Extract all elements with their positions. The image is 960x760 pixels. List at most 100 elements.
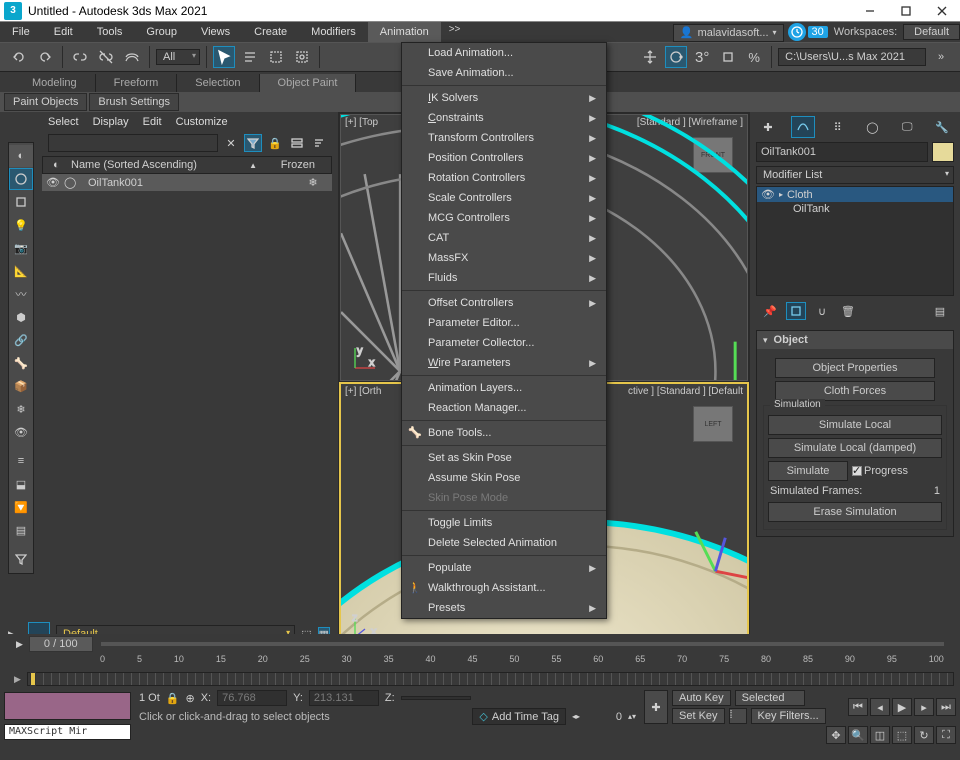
filter-toggle[interactable] bbox=[244, 134, 262, 152]
scene-search-input[interactable] bbox=[48, 134, 218, 152]
stack-item-oiltank[interactable]: OilTank bbox=[757, 202, 953, 216]
menu-item-reaction-manager[interactable]: Reaction Manager... bbox=[402, 398, 606, 418]
visibility-toggle[interactable]: 👁 bbox=[46, 176, 60, 189]
menu-item-rotation-controllers[interactable]: Rotation Controllers▶ bbox=[402, 168, 606, 188]
subribbon-brush-settings[interactable]: Brush Settings bbox=[89, 93, 179, 111]
filter-cameras-icon[interactable]: 📷 bbox=[9, 237, 33, 259]
filter-all-icon[interactable]: ◐ bbox=[9, 145, 33, 167]
make-unique-icon[interactable]: ∪ bbox=[812, 302, 832, 320]
project-path-dropdown[interactable]: C:\Users\U...s Max 2021 bbox=[778, 48, 926, 66]
clear-search-button[interactable]: ✕ bbox=[222, 134, 240, 152]
zoom-button[interactable]: 🔍 bbox=[848, 726, 868, 744]
menu-item-save-animation[interactable]: Save Animation... bbox=[402, 63, 606, 83]
window-crossing-button[interactable] bbox=[291, 46, 313, 68]
menu-item-cat[interactable]: CAT▶ bbox=[402, 228, 606, 248]
select-name-button[interactable] bbox=[239, 46, 261, 68]
key-mode-button[interactable]: ⁞ bbox=[729, 708, 747, 724]
scene-bar-edit[interactable]: Edit bbox=[143, 116, 162, 128]
menu-tools[interactable]: Tools bbox=[85, 22, 135, 42]
key-filter-dropdown[interactable]: Selected bbox=[735, 690, 805, 706]
name-column-header[interactable]: Name (Sorted Ascending) bbox=[71, 159, 245, 171]
menu-item-load-animation[interactable]: Load Animation... bbox=[402, 43, 606, 63]
bind-button[interactable] bbox=[121, 46, 143, 68]
trial-days[interactable]: 30 bbox=[788, 23, 828, 41]
selection-filter-dropdown[interactable]: All bbox=[156, 49, 200, 65]
prev-frame-button[interactable]: ◂ bbox=[870, 698, 890, 716]
filter-extra1-icon[interactable]: ≡ bbox=[9, 450, 33, 472]
time-slider-track[interactable] bbox=[101, 642, 944, 646]
unlink-button[interactable] bbox=[95, 46, 117, 68]
key-filters-button[interactable]: Key Filters... bbox=[751, 708, 826, 724]
object-properties-button[interactable]: Object Properties bbox=[775, 358, 935, 378]
filter-extra2-icon[interactable]: ⬓ bbox=[9, 473, 33, 495]
filter-frozen-icon[interactable]: ❄ bbox=[9, 398, 33, 420]
add-time-tag-button[interactable]: ◇Add Time Tag bbox=[472, 708, 566, 725]
menu-overflow[interactable]: >> bbox=[441, 22, 469, 42]
fov-button[interactable]: ◫ bbox=[870, 726, 890, 744]
ribbon-tab-selection[interactable]: Selection bbox=[177, 74, 259, 92]
goto-end-button[interactable]: ⏭ bbox=[936, 698, 956, 716]
menu-item-offset-controllers[interactable]: Offset Controllers▶ bbox=[402, 293, 606, 313]
menu-item-populate[interactable]: Populate▶ bbox=[402, 558, 606, 578]
filter-extra3-icon[interactable]: 🔽 bbox=[9, 496, 33, 518]
show-result-icon[interactable] bbox=[786, 302, 806, 320]
sel-set-icon[interactable]: ⊕ bbox=[186, 692, 195, 705]
menu-create[interactable]: Create bbox=[242, 22, 299, 42]
angle-snap-button[interactable]: 3° bbox=[691, 46, 713, 68]
configure-sets-icon[interactable]: ▤ bbox=[930, 302, 950, 320]
filter-xref-icon[interactable]: 🔗 bbox=[9, 329, 33, 351]
render-toggle[interactable]: ◯ bbox=[64, 176, 78, 189]
scene-bar-select[interactable]: Select bbox=[48, 116, 79, 128]
erase-simulation-button[interactable]: Erase Simulation bbox=[768, 502, 942, 522]
menu-item-scale-controllers[interactable]: Scale Controllers▶ bbox=[402, 188, 606, 208]
rollout-header[interactable]: ▾Object bbox=[757, 331, 953, 349]
minimize-button[interactable] bbox=[852, 0, 888, 22]
menu-item-fluids[interactable]: Fluids▶ bbox=[402, 268, 606, 288]
filter-geometry-icon[interactable] bbox=[9, 168, 33, 190]
menu-item-parameter-collector[interactable]: Parameter Collector... bbox=[402, 333, 606, 353]
undo-button[interactable] bbox=[8, 46, 30, 68]
filter-extra4-icon[interactable]: ▤ bbox=[9, 519, 33, 541]
ribbon-tab-objectpaint[interactable]: Object Paint bbox=[260, 74, 357, 92]
autokey-button[interactable]: Auto Key bbox=[672, 690, 731, 706]
subribbon-paint-objects[interactable]: Paint Objects bbox=[4, 93, 87, 111]
simulate-local-button[interactable]: Simulate Local bbox=[768, 415, 942, 435]
y-field[interactable]: 213.131 bbox=[309, 690, 379, 706]
redo-button[interactable] bbox=[34, 46, 56, 68]
filter-container-icon[interactable]: 📦 bbox=[9, 375, 33, 397]
menu-views[interactable]: Views bbox=[189, 22, 242, 42]
next-frame-button[interactable]: ▸ bbox=[914, 698, 934, 716]
menu-item-set-as-skin-pose[interactable]: Set as Skin Pose bbox=[402, 448, 606, 468]
scene-list-header[interactable]: ◐ Name (Sorted Ascending) ▲ Frozen bbox=[42, 156, 332, 174]
menu-item-transform-controllers[interactable]: Transform Controllers▶ bbox=[402, 128, 606, 148]
modify-panel-button[interactable] bbox=[791, 116, 815, 138]
time-scrubber[interactable] bbox=[30, 672, 36, 686]
menu-item-massfx[interactable]: MassFX▶ bbox=[402, 248, 606, 268]
reference-thumbnail[interactable] bbox=[4, 692, 131, 720]
play-button[interactable]: ▶ bbox=[892, 698, 912, 716]
orbit-button[interactable]: ↻ bbox=[914, 726, 934, 744]
toolbar-overflow-button[interactable]: » bbox=[930, 46, 952, 68]
filter-hidden-icon[interactable]: 👁 bbox=[9, 421, 33, 443]
menu-modifiers[interactable]: Modifiers bbox=[299, 22, 368, 42]
workspace-dropdown[interactable]: Default bbox=[903, 24, 960, 40]
rotate-button[interactable] bbox=[665, 46, 687, 68]
filter-shapes-icon[interactable] bbox=[9, 191, 33, 213]
motion-panel-button[interactable]: ◯ bbox=[860, 116, 884, 138]
utilities-panel-button[interactable]: 🔧 bbox=[930, 116, 954, 138]
menu-item-constraints[interactable]: Constraints▶ bbox=[402, 108, 606, 128]
view-sort-icon[interactable] bbox=[310, 134, 328, 152]
menu-item-assume-skin-pose[interactable]: Assume Skin Pose bbox=[402, 468, 606, 488]
move-button[interactable] bbox=[639, 46, 661, 68]
simulate-button[interactable]: Simulate bbox=[768, 461, 848, 481]
maximize-button[interactable] bbox=[888, 0, 924, 22]
maxscript-listener[interactable]: MAXScript Mir bbox=[4, 724, 131, 740]
sel-lock-icon[interactable]: 🔒 bbox=[166, 692, 180, 705]
menu-item-delete-selected-animation[interactable]: Delete Selected Animation bbox=[402, 533, 606, 553]
track-expand-icon[interactable]: ▶ bbox=[14, 674, 21, 685]
menu-item-toggle-limits[interactable]: Toggle Limits bbox=[402, 513, 606, 533]
percent-snap-button[interactable]: % bbox=[743, 46, 765, 68]
progress-checkbox[interactable]: Progress bbox=[852, 465, 908, 477]
frozen-column-header[interactable]: Frozen bbox=[261, 159, 321, 171]
current-frame-field[interactable]: 0 bbox=[586, 711, 622, 723]
